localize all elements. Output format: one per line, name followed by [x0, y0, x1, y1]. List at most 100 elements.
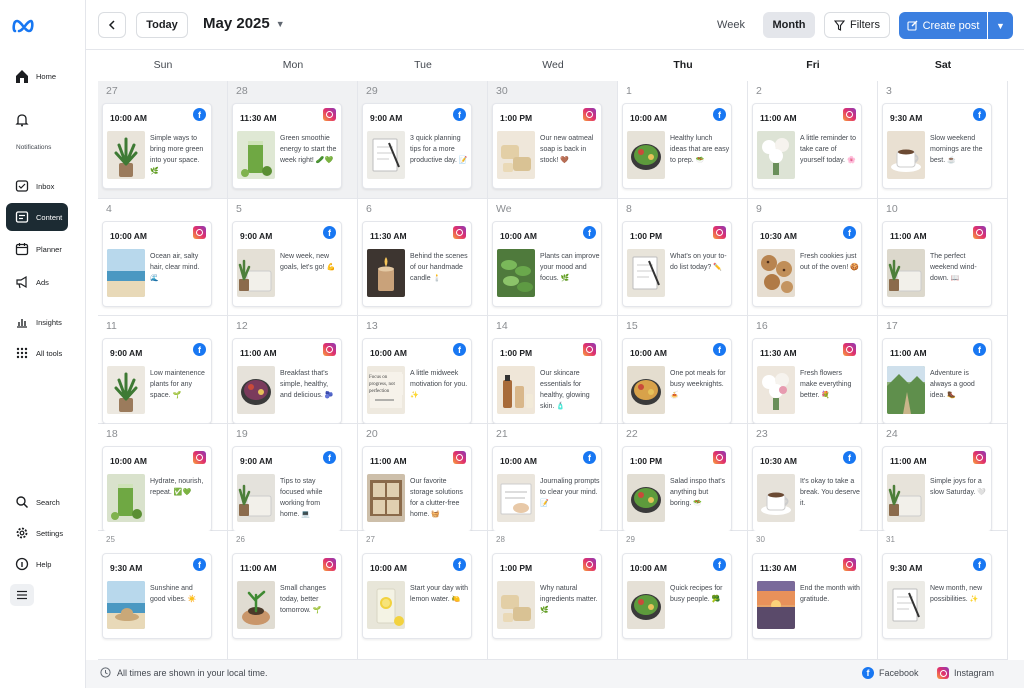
calendar-day[interactable]: 30 1:00 PM Our new oatmeal soap is back in…: [488, 81, 618, 199]
calendar-day[interactable]: 31 9:30 AM f New month, new possibilities. …: [878, 531, 1008, 660]
scheduled-post-card[interactable]: 11:00 AM Small changes today, better tomo…: [232, 553, 342, 639]
calendar-day[interactable]: 3 9:30 AM f Slow weekend mornings are the b…: [878, 81, 1008, 199]
calendar-day[interactable]: We 10:00 AM f Plants can improve your mood …: [488, 199, 618, 316]
scheduled-post-card[interactable]: 11:00 AM Breakfast that's simple, healthy…: [232, 338, 342, 424]
scheduled-post-card[interactable]: 10:00 AM Ocean air, salty hair, clear min…: [102, 221, 212, 307]
scheduled-post-card[interactable]: 10:00 AM f Focus on progress, not perfecti…: [362, 338, 472, 424]
filters-button[interactable]: Filters: [824, 12, 890, 38]
scheduled-post-card[interactable]: 10:00 AM f Journaling prompts to clear you…: [492, 446, 602, 532]
calendar-day[interactable]: 4 10:00 AM Ocean air, salty hair, clear mi…: [98, 199, 228, 316]
home-icon: [12, 66, 32, 86]
calendar-day[interactable]: 23 10:30 AM f It's okay to take a break. Yo…: [748, 424, 878, 532]
calendar-day[interactable]: 22 1:00 PM Salad inspo that's anything but…: [618, 424, 748, 532]
calendar-day[interactable]: 30 11:30 AM End the month with gratitude.: [748, 531, 878, 660]
sidebar-item-planner[interactable]: Planner: [6, 235, 68, 263]
scheduled-post-card[interactable]: 9:00 AM f Tips to stay focused while worki…: [232, 446, 342, 532]
scheduled-post-card[interactable]: 9:30 AM f New month, new possibilities. ✨: [882, 553, 992, 639]
sidebar-item-home[interactable]: Home: [6, 62, 68, 90]
scheduled-post-card[interactable]: 1:00 PM Why natural ingredients matter. 🌿: [492, 553, 602, 639]
post-caption: Simple ways to bring more green into you…: [150, 135, 204, 175]
calendar-day[interactable]: 6 11:30 AM Behind the scenes of our handma…: [358, 199, 488, 316]
scheduled-post-card[interactable]: 1:00 PM Salad inspo that's anything but b…: [622, 446, 732, 532]
post-thumbnail: [107, 131, 145, 179]
sidebar-item-notifications[interactable]: [6, 106, 68, 134]
scheduled-post-card[interactable]: 10:00 AM f Quick recipes for busy people. …: [622, 553, 732, 639]
calendar-day[interactable]: 8 1:00 PM What's on your to-do list today?…: [618, 199, 748, 316]
scheduled-post-card[interactable]: 11:00 AM The perfect weekend wind-down. 📖: [882, 221, 992, 307]
calendar-day[interactable]: 27 10:00 AM f Simple ways to bring more gre…: [98, 81, 228, 199]
create-post-dropdown[interactable]: ▼: [988, 12, 1013, 39]
week-view-button[interactable]: Week: [708, 12, 754, 38]
scheduled-post-card[interactable]: 1:00 PM Our new oatmeal soap is back in s…: [492, 103, 602, 189]
calendar-day[interactable]: 1 10:00 AM f Healthy lunch ideas that are e…: [618, 81, 748, 199]
scheduled-post-card[interactable]: 10:00 AM f Healthy lunch ideas that are ea…: [622, 103, 732, 189]
scheduled-post-card[interactable]: 11:00 AM Simple joys for a slow Saturday.…: [882, 446, 992, 532]
scheduled-post-card[interactable]: 11:30 AM Fresh flowers make everything be…: [752, 338, 862, 424]
calendar-day[interactable]: 28 11:30 AM Green smoothie energy to start…: [228, 81, 358, 199]
scheduled-post-card[interactable]: 10:00 AM f Plants can improve your mood an…: [492, 221, 602, 307]
scheduled-post-card[interactable]: 10:30 AM f It's okay to take a break. You …: [752, 446, 862, 532]
calendar-day[interactable]: 10 11:00 AM The perfect weekend wind-down.…: [878, 199, 1008, 316]
calendar-day[interactable]: 18 10:00 AM Hydrate, nourish, repeat. ✅💚: [98, 424, 228, 532]
scheduled-post-card[interactable]: 10:00 AM f Simple ways to bring more green…: [102, 103, 212, 189]
scheduled-post-card[interactable]: 11:30 AM End the month with gratitude.: [752, 553, 862, 639]
calendar-day[interactable]: 14 1:00 PM Our skincare essentials for hea…: [488, 316, 618, 424]
scheduled-post-card[interactable]: 9:00 AM f New week, new goals, let's go! 💪: [232, 221, 342, 307]
calendar-day[interactable]: 19 9:00 AM f Tips to stay focused while wor…: [228, 424, 358, 532]
calendar-day[interactable]: 13 10:00 AM f Focus on progress, not perfec…: [358, 316, 488, 424]
sidebar-item-ads[interactable]: Ads: [6, 268, 68, 296]
calendar-day[interactable]: 5 9:00 AM f New week, new goals, let's go! …: [228, 199, 358, 316]
scheduled-post-card[interactable]: 10:00 AM f One pot meals for busy weeknigh…: [622, 338, 732, 424]
post-thumbnail: [627, 581, 665, 629]
calendar-day[interactable]: 9 10:30 AM f Fresh cookies just out of the …: [748, 199, 878, 316]
scheduled-post-card[interactable]: 10:00 AM Hydrate, nourish, repeat. ✅💚: [102, 446, 212, 532]
calendar-day[interactable]: 20 11:00 AM Our favorite storage solutions…: [358, 424, 488, 532]
calendar-day[interactable]: 21 10:00 AM f Journaling prompts to clear y…: [488, 424, 618, 532]
scheduled-post-card[interactable]: 9:00 AM f 3 quick planning tips for a more…: [362, 103, 472, 189]
calendar-day[interactable]: 17 11:00 AM f Adventure is always a good id…: [878, 316, 1008, 424]
calendar-day[interactable]: 25 9:30 AM f Sunshine and good vibes. ☀️: [98, 531, 228, 660]
sidebar-item-insights[interactable]: Insights: [6, 308, 68, 336]
calendar-day[interactable]: 29 9:00 AM f 3 quick planning tips for a mo…: [358, 81, 488, 199]
scheduled-post-card[interactable]: 10:00 AM f Start your day with lemon water…: [362, 553, 472, 639]
instagram-icon: [843, 108, 856, 121]
sidebar-item-settings[interactable]: Settings: [6, 519, 68, 547]
calendar-day[interactable]: 2 11:00 AM A little reminder to take care …: [748, 81, 878, 199]
sidebar-item-notifications-label[interactable]: Notifications: [6, 140, 68, 154]
today-button[interactable]: Today: [136, 12, 188, 38]
scheduled-post-card[interactable]: 11:30 AM Green smoothie energy to start t…: [232, 103, 342, 189]
calendar-day[interactable]: 15 10:00 AM f One pot meals for busy weekni…: [618, 316, 748, 424]
calendar-day[interactable]: 28 1:00 PM Why natural ingredients matter.…: [488, 531, 618, 660]
calendar-day[interactable]: 16 11:30 AM Fresh flowers make everything …: [748, 316, 878, 424]
scheduled-post-card[interactable]: 10:30 AM f Fresh cookies just out of the o…: [752, 221, 862, 307]
calendar-day[interactable]: 29 10:00 AM f Quick recipes for busy people…: [618, 531, 748, 660]
month-view-button[interactable]: Month: [763, 12, 815, 38]
hamburger-icon[interactable]: [10, 584, 34, 606]
calendar-day[interactable]: 26 11:00 AM Small changes today, better to…: [228, 531, 358, 660]
scheduled-post-card[interactable]: 1:00 PM What's on your to-do list today? …: [622, 221, 732, 307]
sidebar-item-content[interactable]: Content: [6, 203, 68, 231]
sidebar-item-help[interactable]: Help: [6, 550, 68, 578]
scheduled-post-card[interactable]: 1:00 PM Our skincare essentials for healt…: [492, 338, 602, 424]
scheduled-post-card[interactable]: 9:00 AM f Low maintenence plants for any s…: [102, 338, 212, 424]
post-caption: Simple joys for a slow Saturday. 🤍: [930, 478, 987, 496]
previous-month-button[interactable]: [98, 12, 126, 38]
month-selector[interactable]: May 2025 ▼: [203, 15, 285, 32]
calendar-day[interactable]: 11 9:00 AM f Low maintenence plants for any…: [98, 316, 228, 424]
timezone-note: All times are shown in your local time.: [100, 667, 268, 678]
post-thumbnail: [627, 249, 665, 297]
scheduled-post-card[interactable]: 9:30 AM f Slow weekend mornings are the be…: [882, 103, 992, 189]
scheduled-post-card[interactable]: 11:00 AM f Adventure is always a good idea…: [882, 338, 992, 424]
calendar-day[interactable]: 27 10:00 AM f Start your day with lemon wat…: [358, 531, 488, 660]
scheduled-post-card[interactable]: 11:30 AM Behind the scenes of our handmad…: [362, 221, 472, 307]
scheduled-post-card[interactable]: 9:30 AM f Sunshine and good vibes. ☀️: [102, 553, 212, 639]
calendar-day[interactable]: 12 11:00 AM Breakfast that's simple, healt…: [228, 316, 358, 424]
scheduled-post-card[interactable]: 11:00 AM A little reminder to take care o…: [752, 103, 862, 189]
calendar-day[interactable]: 24 11:00 AM Simple joys for a slow Saturda…: [878, 424, 1008, 532]
sidebar-item-search[interactable]: Search: [6, 488, 68, 516]
scheduled-post-card[interactable]: 11:00 AM Our favorite storage solutions f…: [362, 446, 472, 532]
sidebar-item-inbox[interactable]: Inbox: [6, 172, 68, 200]
sidebar-item-all-tools[interactable]: All tools: [6, 339, 68, 367]
meta-logo[interactable]: [12, 16, 38, 36]
create-post-button[interactable]: Create post: [899, 12, 987, 39]
